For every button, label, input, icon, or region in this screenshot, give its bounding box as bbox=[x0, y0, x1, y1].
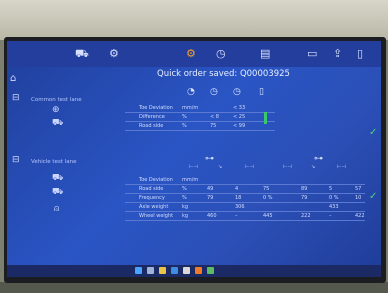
row-label: Toe Deviation bbox=[139, 177, 173, 183]
browser-icon[interactable] bbox=[171, 267, 178, 274]
lane-icon[interactable]: ⊟ bbox=[12, 155, 20, 165]
cell-value: 89 bbox=[301, 186, 308, 192]
lane-icon[interactable]: ⊟ bbox=[12, 93, 20, 103]
car-side-icon: ⛟ bbox=[52, 173, 64, 183]
table-row: Wheel weight kg 460 – 445 222 – 422 bbox=[125, 212, 365, 221]
save-icon[interactable]: ⚙ bbox=[186, 48, 196, 60]
cell-value: 445 bbox=[263, 213, 273, 219]
car-front-icon: ⛟ bbox=[52, 187, 64, 197]
dial-icon: ◔ bbox=[187, 87, 195, 97]
row-label: Frequency bbox=[139, 195, 165, 201]
row-value: < 8 bbox=[210, 114, 219, 120]
row-limit: < 33 bbox=[233, 105, 246, 111]
row-limit: < 99 bbox=[233, 123, 246, 129]
table-row: Road side % 75 < 99 bbox=[125, 122, 275, 131]
align-icon: ⊢⊣ bbox=[189, 164, 198, 170]
cell-value: 5 bbox=[329, 186, 333, 192]
cell-value: 4 bbox=[235, 186, 239, 192]
search-icon[interactable] bbox=[147, 267, 154, 274]
cell-value: 460 bbox=[207, 213, 217, 219]
battery-icon: ▯ bbox=[259, 87, 264, 97]
stopwatch-icon: ◷ bbox=[233, 87, 241, 97]
table-row: Frequency % 79 18 0 % 79 0 % 10 bbox=[125, 194, 365, 203]
align-icon: ⊢⊣ bbox=[283, 164, 292, 170]
os-taskbar bbox=[7, 265, 381, 277]
row-label: Difference bbox=[139, 114, 165, 120]
share-icon[interactable]: ⇪ bbox=[333, 48, 342, 60]
cell-value: 79 bbox=[301, 195, 308, 201]
row-unit: % bbox=[182, 195, 187, 201]
cell-value: 306 bbox=[235, 204, 245, 210]
menu-icon[interactable]: ▯ bbox=[357, 48, 363, 60]
section2-label: Vehicle test lane bbox=[31, 159, 77, 165]
cell-value: 49 bbox=[207, 186, 214, 192]
monitor-screen: ⛟ ⚙ ⚙ ◷ ▤ ▭ ⇪ ▯ Quick order saved: Q0000… bbox=[7, 41, 381, 277]
subheader-row: ⊢⊣ ↘ ⊢⊣ ⊢⊣ ↘ ⊢⊣ bbox=[187, 163, 367, 171]
app-icon[interactable] bbox=[207, 267, 214, 274]
car-side-icon: ⛟ bbox=[52, 118, 64, 128]
start-icon[interactable] bbox=[135, 267, 142, 274]
cell-value: 422 bbox=[355, 213, 365, 219]
row-unit: mm/m bbox=[182, 105, 199, 111]
cell-value: 79 bbox=[207, 195, 214, 201]
row-label: Road side bbox=[139, 186, 164, 192]
settings-icon[interactable]: ⚙ bbox=[109, 48, 119, 60]
status-indicator bbox=[264, 112, 267, 124]
check-icon: ✓ bbox=[369, 191, 378, 202]
arrow-icon: ↘ bbox=[311, 164, 316, 170]
save-status-text: Quick order saved: Q00003925 bbox=[157, 69, 290, 79]
row-unit: kg bbox=[182, 213, 189, 219]
cell-value: 10 bbox=[355, 195, 362, 201]
row-unit: mm/m bbox=[182, 177, 199, 183]
cell-value: – bbox=[329, 213, 332, 219]
stopwatch-icon: ◷ bbox=[210, 87, 218, 97]
printer-icon[interactable]: ▤ bbox=[260, 48, 270, 60]
align-icon: ⊢⊣ bbox=[245, 164, 254, 170]
folder-icon[interactable] bbox=[159, 267, 166, 274]
home-icon[interactable]: ⌂ bbox=[10, 73, 16, 84]
table-row: Difference % < 8 < 25 bbox=[125, 113, 275, 122]
clock-icon[interactable]: ◷ bbox=[216, 48, 226, 60]
cell-value: 75 bbox=[263, 186, 270, 192]
cell-value: 0 % bbox=[263, 195, 273, 201]
cell-value: 0 % bbox=[329, 195, 339, 201]
app-icon[interactable] bbox=[195, 267, 202, 274]
align-icon: ⊢⊣ bbox=[337, 164, 346, 170]
section1-label: Common test lane bbox=[31, 97, 82, 103]
cell-value: 18 bbox=[235, 195, 242, 201]
check-icon: ✓ bbox=[369, 127, 378, 138]
row-unit: kg bbox=[182, 204, 189, 210]
table-row: Toe Deviation mm/m < 33 bbox=[125, 104, 275, 113]
table-row: Toe Deviation mm/m bbox=[125, 176, 365, 185]
cell-value: 222 bbox=[301, 213, 311, 219]
background-desk bbox=[0, 282, 388, 293]
table-row: Road side % 49 4 75 89 5 57 bbox=[125, 185, 365, 194]
lock-icon: ⍝ bbox=[54, 204, 60, 214]
row-label: Toe Deviation bbox=[139, 105, 173, 111]
row-label: Road side bbox=[139, 123, 164, 129]
cell-value: 57 bbox=[355, 186, 362, 192]
table-row: Axle weight kg 306 433 bbox=[125, 203, 365, 212]
note-icon[interactable]: ▭ bbox=[307, 48, 317, 60]
wheel-icon: ⊕ bbox=[52, 105, 60, 115]
row-label: Axle weight bbox=[139, 204, 169, 210]
top-toolbar: ⛟ ⚙ ⚙ ◷ ▤ ▭ ⇪ ▯ bbox=[7, 41, 381, 67]
row-limit: < 25 bbox=[233, 114, 246, 120]
arrow-icon: ↘ bbox=[218, 164, 223, 170]
row-unit: % bbox=[182, 123, 187, 129]
row-unit: % bbox=[182, 186, 187, 192]
background-wall bbox=[0, 0, 388, 40]
cell-value: – bbox=[235, 213, 238, 219]
row-value: 75 bbox=[210, 123, 217, 129]
cell-value: 433 bbox=[329, 204, 339, 210]
app-icon[interactable] bbox=[183, 267, 190, 274]
row-unit: % bbox=[182, 114, 187, 120]
row-label: Wheel weight bbox=[139, 213, 174, 219]
car-icon[interactable]: ⛟ bbox=[75, 48, 89, 60]
